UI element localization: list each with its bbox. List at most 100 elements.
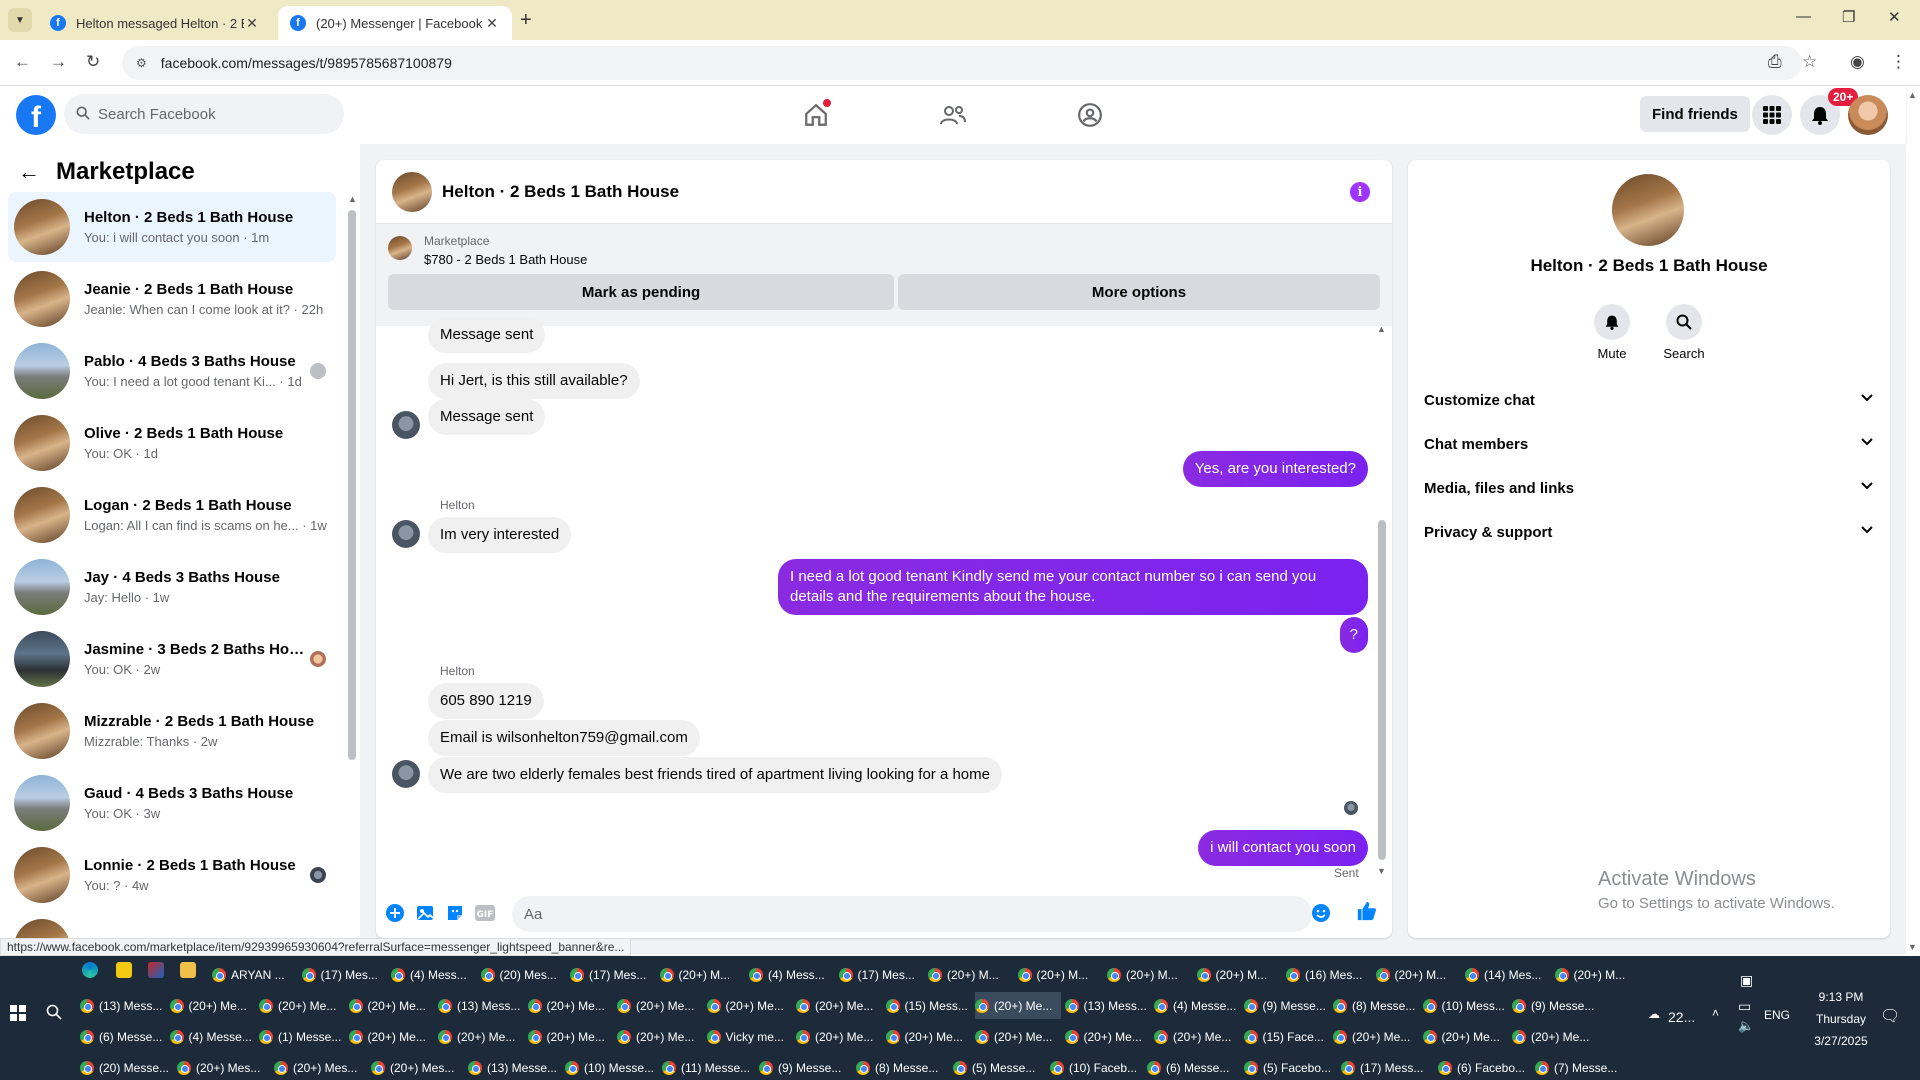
taskbar-window-button[interactable]: (15) Mess... [885, 992, 972, 1019]
taskbar-window-button[interactable]: (6) Messe... [80, 1023, 166, 1050]
mark-as-pending-button[interactable]: Mark as pending [388, 274, 894, 310]
conversation-item[interactable]: Jay · 4 Beds 3 Baths House Jay: Hello · 1… [8, 552, 336, 622]
taskbar-window-button[interactable]: (20+) Me... [169, 992, 256, 1019]
privacy-support-row[interactable]: Privacy & support [1424, 512, 1874, 552]
menu-grid-icon[interactable] [1752, 95, 1792, 135]
taskbar-window-button[interactable]: (9) Messe... [759, 1054, 852, 1080]
browser-tab-inactive[interactable]: f Helton messaged Helton · 2 Be ✕ [38, 6, 272, 40]
address-bar[interactable]: ⚙ facebook.com/messages/t/98957856871008… [122, 46, 1802, 80]
taskbar-window-button[interactable]: (20+) M... [1107, 961, 1193, 988]
taskbar-window-button[interactable]: (4) Mess... [749, 961, 835, 988]
emoji-icon[interactable] [1310, 902, 1332, 924]
attach-photo-icon[interactable] [414, 902, 436, 924]
sender-avatar[interactable] [392, 760, 420, 788]
taskbar-window-button[interactable]: (1) Messe... [259, 1023, 345, 1050]
sender-avatar[interactable] [392, 411, 420, 439]
taskbar-window-button[interactable]: (20+) M... [1196, 961, 1283, 988]
taskbar-window-button[interactable]: ARYAN ... [212, 961, 298, 988]
account-avatar[interactable] [1848, 95, 1888, 135]
taskbar-window-button[interactable]: (4) Messe... [1154, 992, 1240, 1019]
site-info-icon[interactable]: ⚙ [136, 56, 147, 70]
taskbar-window-button[interactable]: (20+) Me... [438, 1023, 524, 1050]
taskbar-window-button[interactable]: (10) Messe... [565, 1054, 658, 1080]
taskbar-window-button[interactable]: (20+) Me... [348, 1023, 435, 1050]
taskbar-window-button[interactable]: (20+) M... [659, 961, 746, 988]
clock-time[interactable]: 9:13 PM [1806, 990, 1876, 1004]
weather-temp[interactable]: 22... [1668, 1009, 1695, 1025]
find-friends-button[interactable]: Find friends [1640, 96, 1750, 132]
close-tab-icon[interactable]: ✕ [484, 15, 500, 32]
marketplace-listing-banner[interactable]: Marketplace $780 - 2 Beds 1 Bath House M… [376, 224, 1392, 326]
taskbar-window-button[interactable]: (20) Mes... [480, 961, 567, 988]
conversation-info-icon[interactable]: i [1350, 182, 1370, 202]
media-files-links-row[interactable]: Media, files and links [1424, 468, 1874, 508]
taskbar-window-button[interactable]: (14) Mes... [1465, 961, 1551, 988]
taskbar-window-button[interactable]: (20+) Me... [796, 992, 882, 1019]
taskbar-window-button[interactable]: (5) Facebo... [1244, 1054, 1337, 1080]
taskbar-window-button[interactable]: (13) Messe... [468, 1054, 561, 1080]
taskbar-window-button[interactable]: (20+) Me... [1333, 1023, 1419, 1050]
taskbar-window-button[interactable]: (20+) Mes... [371, 1054, 464, 1080]
customize-chat-row[interactable]: Customize chat [1424, 380, 1874, 420]
restore-icon[interactable]: ❐ [1842, 8, 1855, 26]
install-app-icon[interactable]: ⎙ [1768, 52, 1782, 72]
taskbar-window-button[interactable]: (17) Mess... [1341, 1054, 1434, 1080]
conversation-item[interactable]: Olive · 2 Beds 1 Bath House You: OK · 1d [8, 408, 336, 478]
page-scroll-down-icon[interactable]: ▼ [1908, 942, 1917, 952]
taskbar-window-button[interactable]: (20+) M... [1554, 961, 1641, 988]
groups-nav-icon[interactable] [1073, 99, 1107, 131]
taskbar-window-button[interactable]: (10) Faceb... [1050, 1054, 1143, 1080]
tray-app-icon[interactable]: ▣ [1740, 972, 1753, 989]
friends-nav-icon[interactable] [936, 99, 970, 131]
chat-header[interactable]: Helton · 2 Beds 1 Bath House i [376, 160, 1392, 224]
taskbar-window-button[interactable]: (4) Messe... [169, 1023, 256, 1050]
chat-avatar[interactable] [392, 171, 432, 212]
taskbar-window-button[interactable]: (6) Messe... [1147, 1054, 1240, 1080]
taskbar-window-button[interactable]: (20) Messe... [80, 1054, 173, 1080]
taskbar-window-button[interactable]: (15) Face... [1243, 1023, 1330, 1050]
conversation-item[interactable]: Jasmine · 3 Beds 2 Baths House You: OK · … [8, 624, 336, 694]
more-options-button[interactable]: More options [898, 274, 1380, 310]
sticker-icon[interactable] [444, 902, 466, 924]
search-action[interactable]: Search [1654, 304, 1714, 361]
taskbar-window-button[interactable]: (13) Mess... [438, 992, 524, 1019]
back-icon[interactable]: ← [14, 52, 31, 72]
mute-action[interactable]: Mute [1582, 304, 1642, 361]
taskbar-window-button[interactable]: (5) Messe... [953, 1054, 1046, 1080]
taskbar-window-button[interactable]: (20+) Me... [975, 1023, 1061, 1050]
taskbar-window-button[interactable]: (9) Messe... [1243, 992, 1330, 1019]
taskbar-window-button[interactable]: (20+) M... [928, 961, 1014, 988]
close-window-icon[interactable]: ✕ [1888, 8, 1901, 26]
page-scroll-up-icon[interactable]: ▲ [1908, 90, 1917, 100]
taskbar-window-button[interactable]: (8) Messe... [856, 1054, 949, 1080]
conversation-item[interactable]: Mizzrable · 2 Beds 1 Bath House Mizzrable… [8, 696, 336, 766]
taskbar-window-button[interactable]: (20+) Me... [527, 992, 614, 1019]
home-nav-icon[interactable] [799, 99, 833, 131]
taskbar-window-button[interactable]: (17) Mes... [301, 961, 388, 988]
profile-icon[interactable]: ◉ [1850, 52, 1865, 72]
taskbar-window-button[interactable]: (20+) Mes... [274, 1054, 367, 1080]
taskbar-window-button[interactable]: (20+) Me... [1154, 1023, 1240, 1050]
chat-scrollbar[interactable] [1378, 520, 1386, 860]
weather-icon[interactable]: ☁ [1648, 1007, 1660, 1021]
taskbar-window-button[interactable]: (20+) Me... [617, 992, 703, 1019]
show-hidden-icons-icon[interactable]: ˄ [1712, 1006, 1719, 1020]
action-center-icon[interactable]: 🗨 [1880, 1006, 1900, 1026]
taskbar-window-button[interactable]: (20+) M... [1017, 961, 1104, 988]
gif-icon[interactable]: GIF [474, 902, 496, 924]
taskbar-window-button[interactable]: (16) Mes... [1286, 961, 1372, 988]
taskbar-window-button[interactable]: (17) Mes... [838, 961, 925, 988]
minimize-icon[interactable]: — [1796, 8, 1811, 25]
mute-bell-icon[interactable] [1594, 304, 1630, 340]
browser-tab-active[interactable]: f (20+) Messenger | Facebook ✕ [278, 6, 512, 40]
taskbar-window-button[interactable]: (20+) Me... [348, 992, 435, 1019]
taskbar-window-button[interactable]: (20+) Me... [885, 1023, 972, 1050]
taskbar-window-button[interactable]: (20+) M... [1375, 961, 1462, 988]
taskbar-window-button[interactable]: (9) Messe... [1512, 992, 1598, 1019]
close-tab-icon[interactable]: ✕ [244, 15, 260, 32]
taskbar-window-button[interactable]: (11) Messe... [662, 1054, 755, 1080]
taskbar-window-button[interactable]: (13) Mess... [80, 992, 166, 1019]
taskbar-window-button[interactable]: (10) Mess... [1422, 992, 1509, 1019]
browser-menu-icon[interactable]: ⋮ [1890, 52, 1907, 72]
taskbar-window-button[interactable]: (20+) Me... [527, 1023, 614, 1050]
